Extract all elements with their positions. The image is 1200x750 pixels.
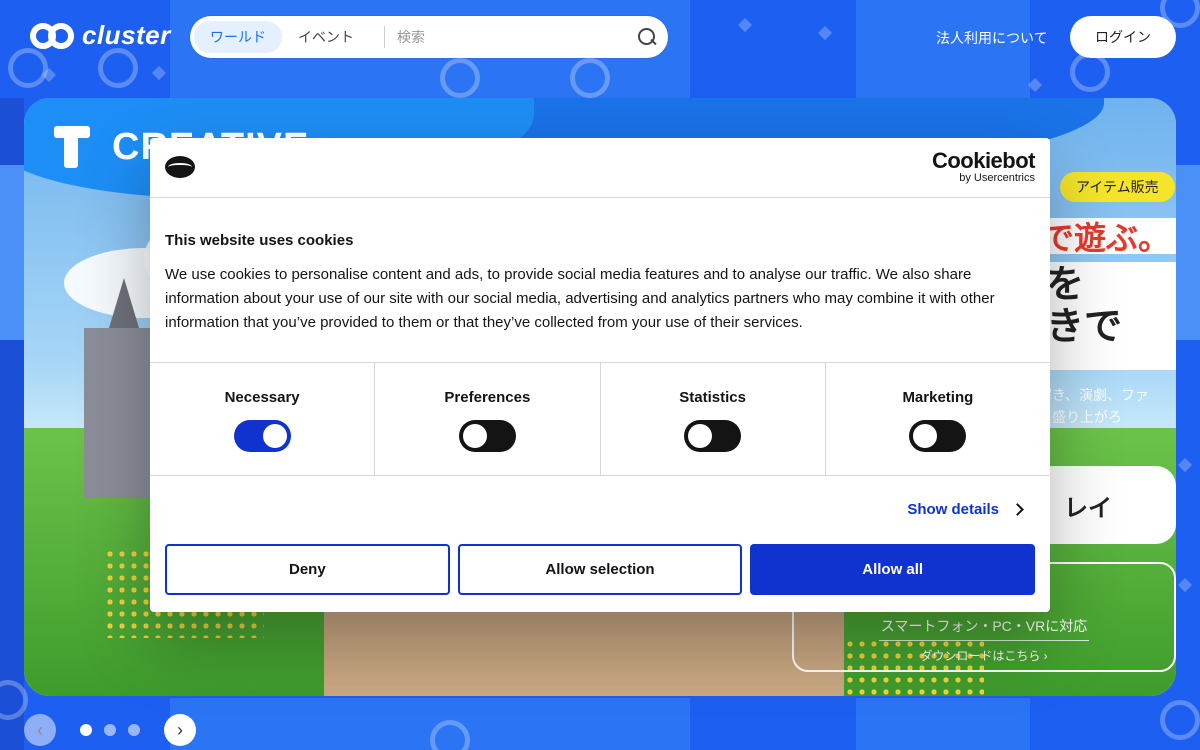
consent-label: Statistics [679,389,746,406]
creative-logo-icon [54,126,90,168]
tab-event[interactable]: イベント [282,21,370,53]
consent-necessary: Necessary [150,363,376,475]
cookiebot-name: Cookiebot [931,148,1036,173]
cluster-logo[interactable]: cluster [30,20,171,51]
logo-text: cluster [82,20,171,50]
cookiebot-logo[interactable]: Cookiebot by Usercentrics [931,148,1036,184]
search-divider [384,26,385,48]
search-bar: ワールド イベント [190,16,668,58]
consent-categories: Necessary Preferences Statistics Marketi… [150,362,1050,476]
cookiebot-sub: by Usercentrics [959,172,1035,184]
carousel-dots [80,724,140,736]
consent-label: Necessary [224,389,300,406]
chevron-left-icon[interactable]: ‹ [24,714,56,746]
cookie-dialog-header: Cookiebot by Usercentrics [150,138,1050,198]
consent-label: Marketing [902,389,974,406]
site-logo-icon [165,156,195,178]
show-details-label: Show details [907,501,999,518]
marketing-toggle[interactable] [909,420,967,452]
carousel-dot[interactable] [104,724,116,736]
deny-button[interactable]: Deny [165,544,450,595]
consent-marketing: Marketing [826,363,1050,475]
allow-selection-button[interactable]: Allow selection [457,544,743,595]
carousel-dot[interactable] [128,724,140,736]
search-icon[interactable] [636,26,658,48]
consent-label: Preferences [444,389,531,406]
consent-preferences: Preferences [375,363,601,475]
preferences-toggle[interactable] [458,420,516,452]
statistics-toggle[interactable] [684,420,742,452]
carousel-dot[interactable] [80,724,92,736]
allow-all-button[interactable]: Allow all [750,544,1036,595]
necessary-toggle[interactable] [233,420,291,452]
login-button[interactable]: ログイン [1070,16,1176,58]
chevron-right-icon[interactable]: › [164,714,196,746]
cookie-title: This website uses cookies [165,232,354,249]
corporate-use-link[interactable]: 法人利用について [936,28,1048,48]
supported-platforms: スマートフォン・PC・VRに対応 [879,616,1089,641]
consent-statistics: Statistics [601,363,826,475]
cookie-description: We use cookies to personalise content an… [165,266,995,331]
item-sales-badge: アイテム販売 [1060,172,1175,202]
chevron-right-icon [1011,503,1024,516]
cluster-logo-icon [30,21,76,51]
tab-world[interactable]: ワールド [194,21,282,53]
download-link[interactable]: ダウンロードはこちら › [794,647,1174,664]
cookie-dialog-body: This website uses cookies We use cookies… [150,198,1050,362]
site-header: cluster ワールド イベント 法人利用について ログイン [0,0,1200,76]
show-details-link[interactable]: Show details [907,501,1024,518]
cookie-consent-dialog: Cookiebot by Usercentrics This website u… [150,138,1050,612]
cookie-button-row: Deny Allow selection Allow all [150,544,1050,595]
search-input[interactable] [397,29,636,45]
details-row: Show details [150,476,1050,544]
